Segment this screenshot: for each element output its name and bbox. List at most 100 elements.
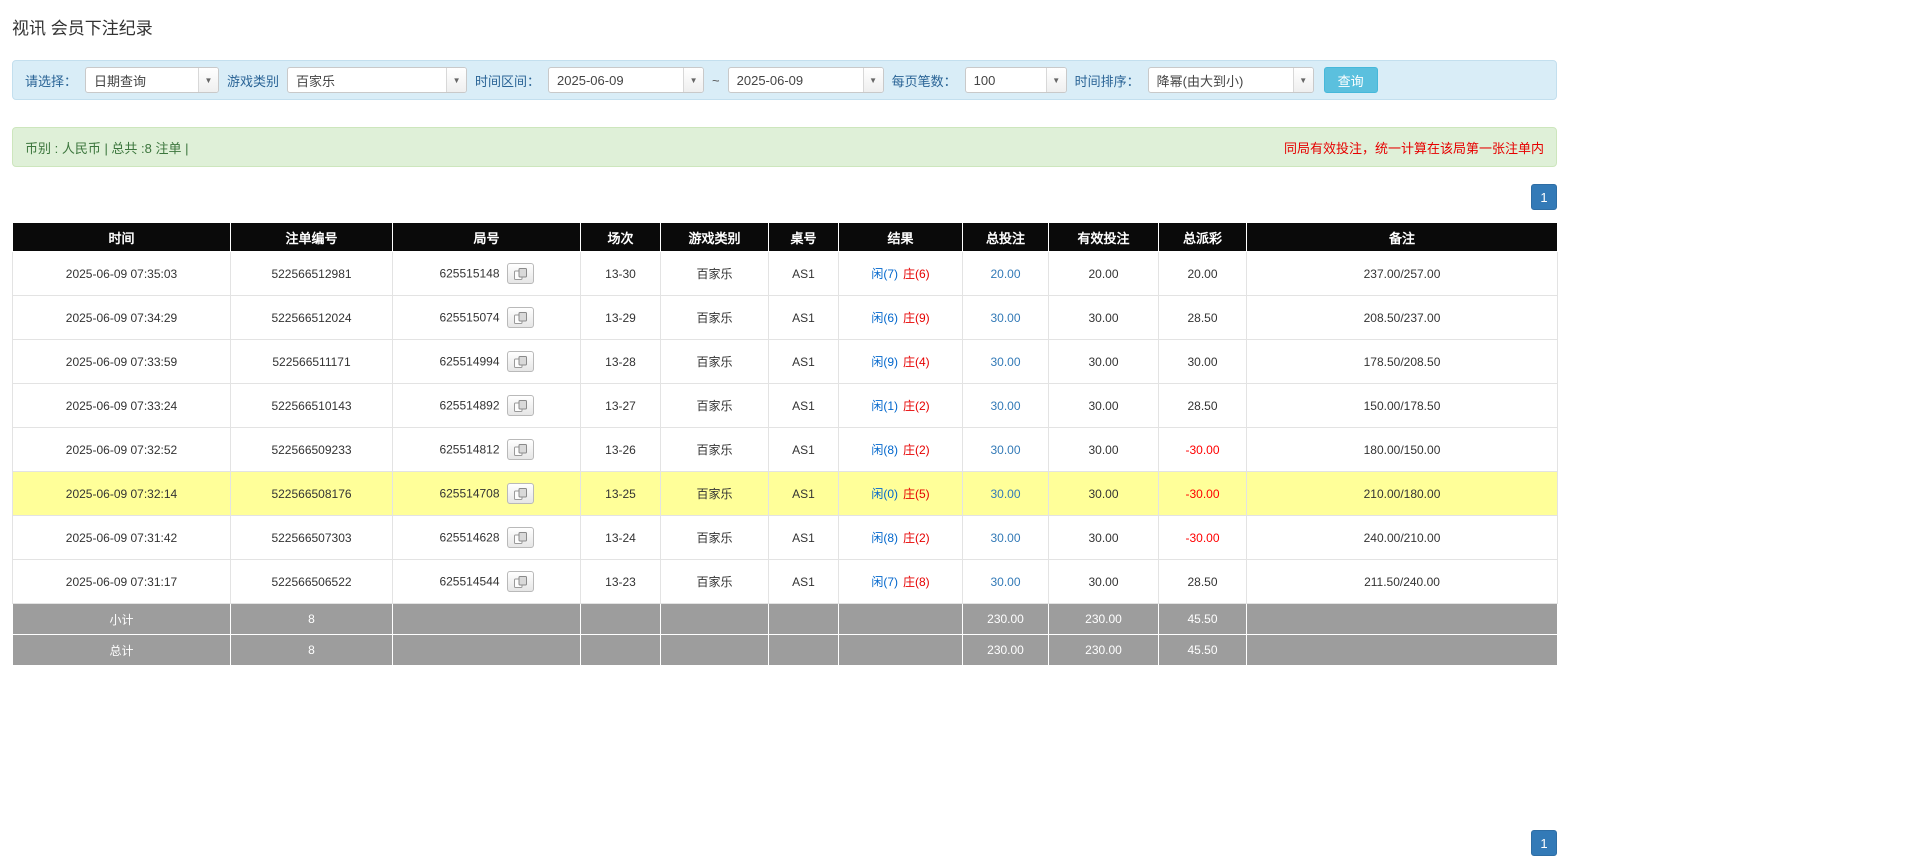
round-detail-button[interactable] <box>507 263 534 284</box>
cell-result: 闲(8)庄(2) <box>839 428 963 472</box>
round-detail-button[interactable] <box>507 571 534 592</box>
round-detail-button[interactable] <box>507 527 534 548</box>
cell-result: 闲(0)庄(5) <box>839 472 963 516</box>
chevron-down-icon[interactable]: ▼ <box>863 68 883 92</box>
cell-session: 13-24 <box>581 516 661 560</box>
round-detail-button[interactable] <box>507 395 534 416</box>
cell-bet-id: 522566512981 <box>231 252 393 296</box>
round-detail-button[interactable] <box>507 439 534 460</box>
total-empty-cell <box>769 635 839 666</box>
search-button[interactable]: 查询 <box>1324 67 1378 93</box>
chevron-down-icon[interactable]: ▼ <box>1046 68 1066 92</box>
cell-total-bet: 30.00 <box>963 296 1049 340</box>
cell-valid-bet: 30.00 <box>1049 384 1159 428</box>
cell-remark: 210.00/180.00 <box>1247 472 1558 516</box>
cell-valid-bet: 30.00 <box>1049 296 1159 340</box>
result-player: 闲(7) <box>871 267 898 281</box>
round-id: 625515148 <box>439 267 499 281</box>
date-to-value: 2025-06-09 <box>729 68 863 92</box>
cell-round-id: 625514812 <box>393 428 581 472</box>
total-empty-cell <box>661 635 769 666</box>
date-to-picker[interactable]: 2025-06-09 ▼ <box>728 67 884 93</box>
cell-table-no: AS1 <box>769 560 839 604</box>
cell-remark: 150.00/178.50 <box>1247 384 1558 428</box>
round-detail-button[interactable] <box>507 351 534 372</box>
total-bet-link[interactable]: 20.00 <box>990 267 1020 281</box>
total-bet-link[interactable]: 30.00 <box>990 399 1020 413</box>
subtotal-total-bet: 230.00 <box>963 604 1049 635</box>
payout-value: -30.00 <box>1185 531 1219 545</box>
round-detail-button[interactable] <box>507 307 534 328</box>
table-row: 2025-06-09 07:31:42522566507303625514628… <box>13 516 1558 560</box>
chevron-down-icon[interactable]: ▼ <box>683 68 703 92</box>
total-bet-link[interactable]: 30.00 <box>990 355 1020 369</box>
cell-round-id: 625515074 <box>393 296 581 340</box>
date-from-picker[interactable]: 2025-06-09 ▼ <box>548 67 704 93</box>
total-bet-link[interactable]: 30.00 <box>990 487 1020 501</box>
cell-table-no: AS1 <box>769 428 839 472</box>
cell-game-type: 百家乐 <box>661 516 769 560</box>
chevron-down-icon[interactable]: ▼ <box>446 68 466 92</box>
result-banker: 庄(2) <box>903 399 930 413</box>
cards-icon <box>514 400 527 412</box>
cell-valid-bet: 30.00 <box>1049 516 1159 560</box>
cell-game-type: 百家乐 <box>661 428 769 472</box>
total-bet-link[interactable]: 30.00 <box>990 443 1020 457</box>
subtotal-empty-cell <box>661 604 769 635</box>
result-banker: 庄(8) <box>903 575 930 589</box>
cell-session: 13-28 <box>581 340 661 384</box>
cell-payout: 20.00 <box>1159 252 1247 296</box>
result-player: 闲(7) <box>871 575 898 589</box>
col-header-table-no: 桌号 <box>769 223 839 252</box>
game-type-dropdown[interactable]: 百家乐 ▼ <box>287 67 467 93</box>
result-banker: 庄(5) <box>903 487 930 501</box>
result-player: 闲(6) <box>871 311 898 325</box>
page-size-dropdown[interactable]: 100 ▼ <box>965 67 1067 93</box>
chevron-down-icon[interactable]: ▼ <box>1293 68 1313 92</box>
total-bet-link[interactable]: 30.00 <box>990 575 1020 589</box>
total-payout: 45.50 <box>1159 635 1247 666</box>
cell-table-no: AS1 <box>769 340 839 384</box>
cell-time: 2025-06-09 07:31:42 <box>13 516 231 560</box>
round-detail-button[interactable] <box>507 483 534 504</box>
cell-result: 闲(8) 庄(2) <box>839 516 963 560</box>
date-from-value: 2025-06-09 <box>549 68 683 92</box>
cell-round-id: 625515148 <box>393 252 581 296</box>
page-button-1[interactable]: 1 <box>1531 184 1557 210</box>
round-id: 625514812 <box>439 443 499 457</box>
subtotal-empty-cell <box>1247 604 1558 635</box>
payout-value: 28.50 <box>1187 399 1217 413</box>
cell-payout: -30.00 <box>1159 428 1247 472</box>
total-total-bet: 230.00 <box>963 635 1049 666</box>
chevron-down-icon[interactable]: ▼ <box>198 68 218 92</box>
payout-value: 28.50 <box>1187 575 1217 589</box>
cell-game-type: 百家乐 <box>661 560 769 604</box>
cell-result: 闲(6)庄(9) <box>839 296 963 340</box>
cell-time: 2025-06-09 07:32:52 <box>13 428 231 472</box>
valid-bet-notice: 同局有效投注，统一计算在该局第一张注单内 <box>1284 138 1544 157</box>
cell-game-type: 百家乐 <box>661 384 769 428</box>
summary-bar: 币别 : 人民币 | 总共 :8 注单 | 同局有效投注，统一计算在该局第一张注… <box>12 127 1557 167</box>
date-range-label: 时间区间： <box>475 71 540 90</box>
cell-time: 2025-06-09 07:34:29 <box>13 296 231 340</box>
query-type-dropdown[interactable]: 日期查询 ▼ <box>85 67 219 93</box>
page-button-1[interactable]: 1 <box>1531 830 1557 856</box>
cell-remark: 178.50/208.50 <box>1247 340 1558 384</box>
total-bet-link[interactable]: 30.00 <box>990 311 1020 325</box>
cell-valid-bet: 20.00 <box>1049 252 1159 296</box>
cards-icon <box>514 444 527 456</box>
result-banker: 庄(2) <box>903 531 930 545</box>
cell-total-bet: 20.00 <box>963 252 1049 296</box>
cell-session: 13-26 <box>581 428 661 472</box>
cell-table-no: AS1 <box>769 384 839 428</box>
page-title: 视讯 会员下注纪录 <box>12 14 1907 39</box>
sort-dropdown[interactable]: 降幂(由大到小) ▼ <box>1148 67 1314 93</box>
cell-round-id: 625514892 <box>393 384 581 428</box>
cell-payout: 28.50 <box>1159 560 1247 604</box>
cell-payout: -30.00 <box>1159 472 1247 516</box>
total-count: 8 <box>231 635 393 666</box>
total-bet-link[interactable]: 30.00 <box>990 531 1020 545</box>
cell-bet-id: 522566510143 <box>231 384 393 428</box>
result-player: 闲(8) <box>871 531 898 545</box>
result-player: 闲(8) <box>871 443 898 457</box>
